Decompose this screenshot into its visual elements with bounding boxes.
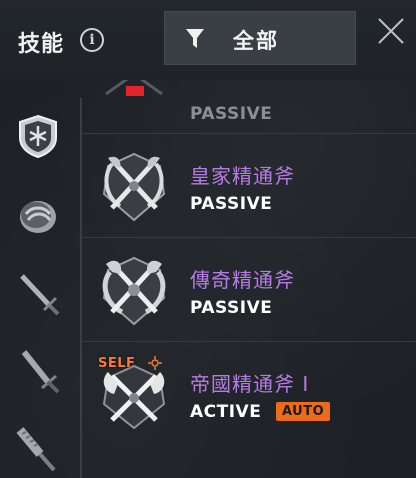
info-icon[interactable]: i [80,28,104,52]
round-shield-icon[interactable] [14,192,62,240]
legendary-axe-icon [102,256,166,326]
filter-button[interactable]: 全部 [164,11,356,65]
header: 技能 i 全部 [0,0,416,80]
self-label: SELF [98,356,136,371]
axe-emblem-icon [105,80,163,96]
close-icon[interactable] [376,16,406,46]
skill-type: ACTIVE [190,402,262,422]
royal-axe-icon [102,152,166,222]
page-title: 技能 [18,32,65,57]
filter-label: 全部 [233,29,279,53]
mace-icon[interactable] [14,424,62,472]
skill-name: 帝國精通斧 I [190,372,310,396]
skill-row[interactable]: 傳奇精通斧 PASSIVE [82,238,416,342]
skill-type: PASSIVE [190,194,273,214]
sidebar [0,80,80,478]
skill-name: 皇家精通斧 [190,164,295,188]
skill-row[interactable]: SELF 帝國精通斧 I ACTIVE AUTO [82,342,416,446]
skill-row[interactable]: PASSIVE [82,80,416,134]
skill-type: PASSIVE [190,104,273,124]
dagger-icon[interactable] [14,348,62,396]
sword-icon[interactable] [14,270,62,318]
skill-name: 傳奇精通斧 [190,268,295,292]
shield-icon[interactable] [14,112,62,160]
skill-row[interactable]: 皇家精通斧 PASSIVE [82,134,416,238]
filter-icon [186,29,204,48]
skill-type: PASSIVE [190,298,273,318]
skill-list[interactable]: PASSIVE 皇家精通斧 PASSIVE 傳奇精通斧 PASSIVE SELF… [82,80,416,478]
sun-icon [148,356,162,370]
auto-badge: AUTO [276,402,331,421]
